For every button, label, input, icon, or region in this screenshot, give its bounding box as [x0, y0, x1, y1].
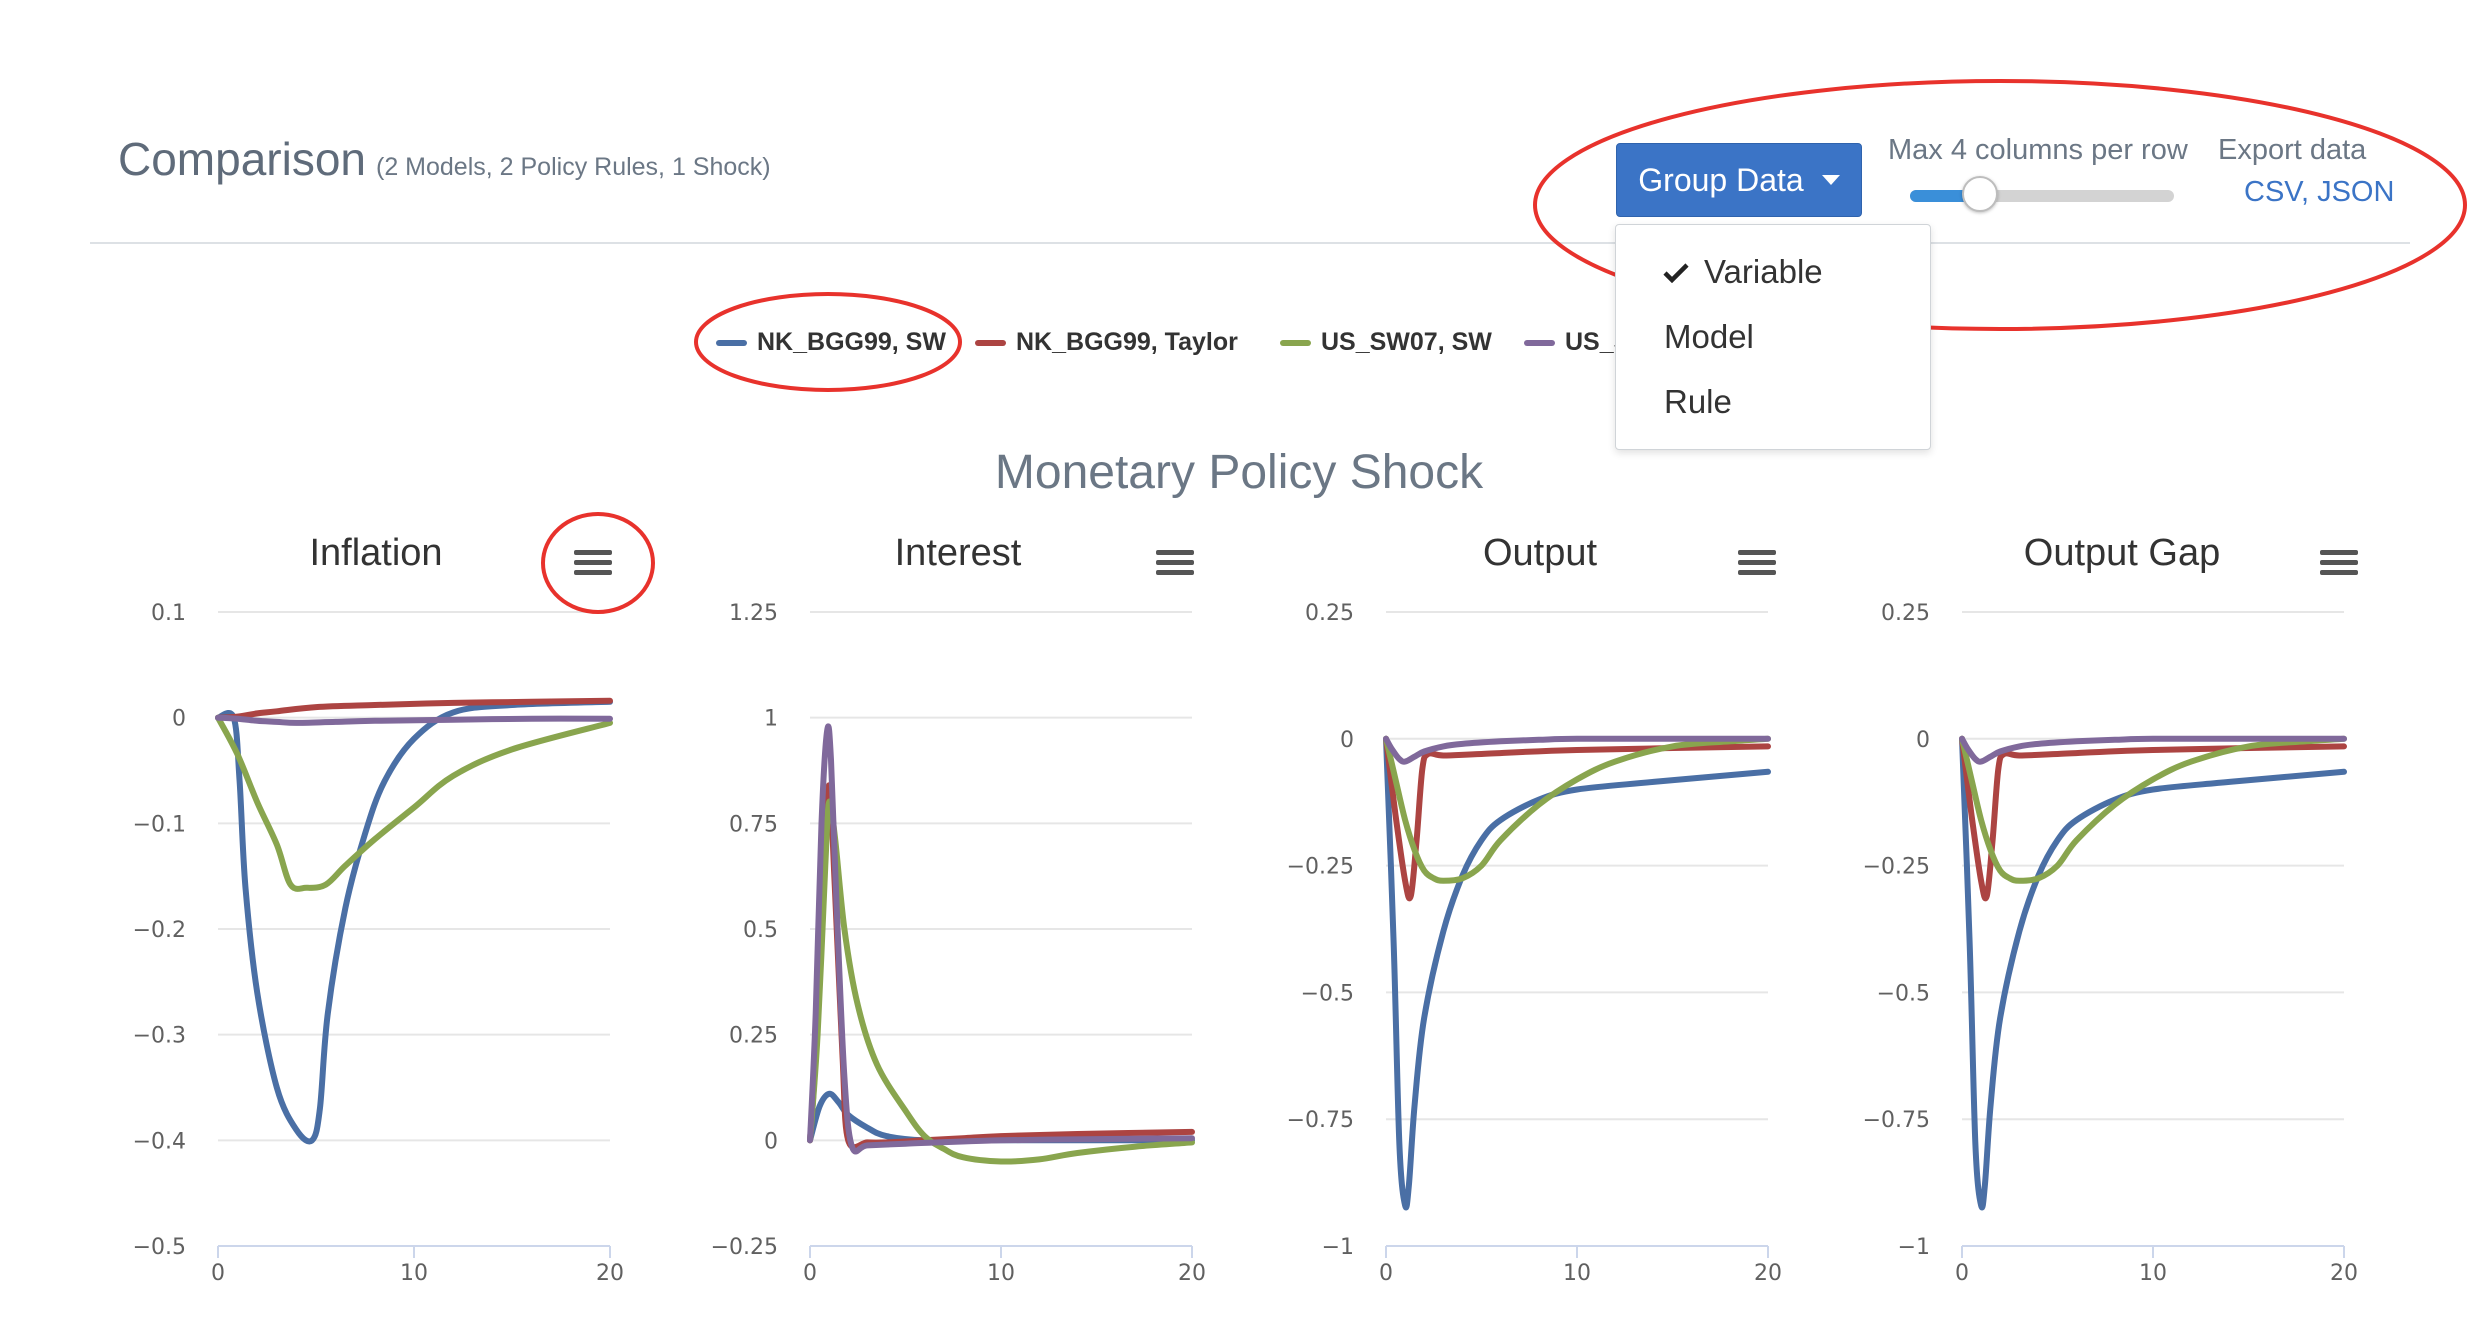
x-tick-label: 0 [803, 1261, 817, 1286]
y-tick-label: 0.25 [729, 1024, 778, 1049]
x-tick-label: 20 [2330, 1261, 2358, 1286]
x-tick-label: 20 [1178, 1261, 1206, 1286]
y-tick-label: −0.25 [1863, 855, 1930, 880]
y-tick-label: −0.1 [133, 812, 186, 837]
series-line [807, 798, 1195, 1165]
menu-item-label: Model [1664, 318, 1754, 355]
y-tick-label: 0 [172, 707, 186, 732]
x-tick-label: 0 [1379, 1261, 1393, 1286]
check-icon [1663, 263, 1689, 283]
menu-item-rule[interactable]: Rule [1664, 383, 1732, 421]
menu-item-label: Variable [1704, 253, 1823, 290]
y-tick-label: −0.25 [711, 1235, 778, 1260]
charts-canvas: 0.1 0 −0.1 −0.2 −0.3 −0.4 −0.5 0 10 20 1.25 1 0.75 0.… [133, 601, 2358, 1286]
y-tick-label: −0.3 [133, 1024, 186, 1049]
series-line [215, 697, 613, 721]
y-tick-label: 1 [764, 707, 778, 732]
series-line [215, 714, 613, 892]
y-tick-label: 0.1 [151, 601, 186, 626]
menu-item-variable[interactable]: Variable [1663, 253, 1823, 291]
series-line [1959, 735, 2347, 884]
y-tick-label: −0.25 [1287, 855, 1354, 880]
x-tick-label: 20 [1754, 1261, 1782, 1286]
y-tick-label: −1 [1322, 1235, 1354, 1260]
y-tick-label: −1 [1898, 1235, 1930, 1260]
y-tick-label: −0.75 [1863, 1108, 1930, 1133]
group-data-menu: Variable Model Rule [1615, 224, 1931, 450]
series-line [1383, 735, 1771, 1211]
y-tick-label: −0.5 [133, 1235, 186, 1260]
x-tick-label: 10 [987, 1261, 1015, 1286]
y-tick-label: 1.25 [729, 601, 778, 626]
y-tick-label: 0.75 [729, 812, 778, 837]
y-tick-label: −0.2 [133, 918, 186, 943]
y-tick-label: −0.4 [133, 1129, 186, 1154]
y-tick-label: 0.25 [1305, 601, 1354, 626]
x-tick-label: 0 [1955, 1261, 1969, 1286]
series-line [1959, 735, 2347, 902]
series-line [215, 698, 613, 1145]
x-tick-label: 10 [2139, 1261, 2167, 1286]
series-line [1383, 735, 1771, 884]
menu-item-label: Rule [1664, 383, 1732, 420]
y-tick-label: −0.5 [1877, 981, 1930, 1006]
x-tick-label: 0 [211, 1261, 225, 1286]
y-tick-label: −0.5 [1301, 981, 1354, 1006]
y-tick-label: 0.5 [743, 918, 778, 943]
y-tick-label: 0 [764, 1129, 778, 1154]
y-tick-label: 0.25 [1881, 601, 1930, 626]
series-line [807, 782, 1195, 1151]
series-line [807, 723, 1195, 1155]
series-line [1383, 735, 1771, 902]
y-tick-label: 0 [1340, 728, 1354, 753]
y-tick-label: 0 [1916, 728, 1930, 753]
x-tick-label: 10 [400, 1261, 428, 1286]
x-tick-label: 10 [1563, 1261, 1591, 1286]
y-tick-label: −0.75 [1287, 1108, 1354, 1133]
x-tick-label: 20 [596, 1261, 624, 1286]
series-line [1959, 735, 2347, 1211]
menu-item-model[interactable]: Model [1664, 318, 1754, 356]
